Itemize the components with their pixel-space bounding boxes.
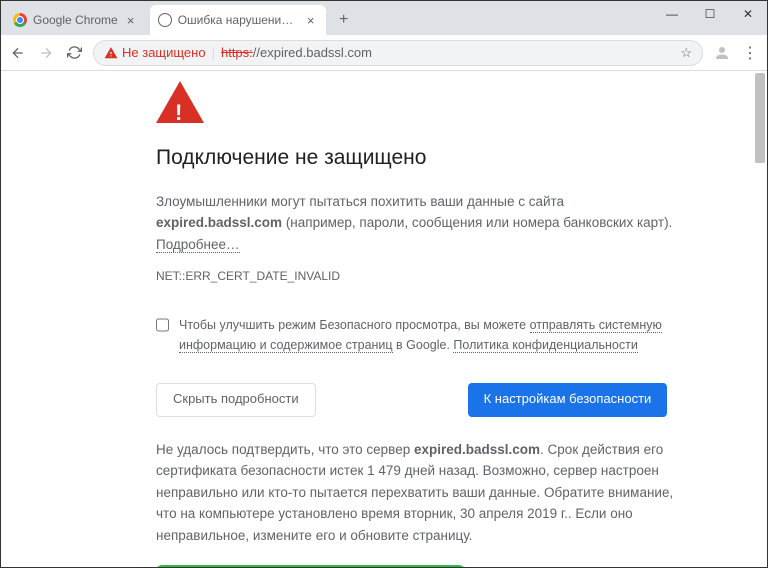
error-code: NET::ERR_CERT_DATE_INVALID	[156, 267, 741, 286]
details-paragraph: Не удалось подтвердить, что это сервер e…	[156, 439, 676, 547]
title-bar: Google Chrome × Ошибка нарушения конфиде…	[1, 1, 767, 35]
close-window-button[interactable]: ✕	[729, 1, 767, 27]
page-content: ! Подключение не защищено Злоумышленники…	[1, 71, 767, 567]
menu-icon[interactable]: ⋮	[741, 44, 759, 62]
page-title: Подключение не защищено	[156, 141, 741, 175]
warning-triangle-icon: !	[156, 81, 204, 123]
tab-chrome[interactable]: Google Chrome ×	[5, 5, 146, 35]
chrome-icon	[13, 13, 27, 27]
forward-button[interactable]	[37, 44, 55, 62]
warning-paragraph: Злоумышленники могут пытаться похитить в…	[156, 191, 676, 256]
star-icon[interactable]: ☆	[680, 45, 692, 61]
address-bar: Не защищено | https://expired.badssl.com…	[1, 35, 767, 71]
tab-label: Google Chrome	[33, 13, 118, 27]
close-icon[interactable]: ×	[304, 13, 318, 27]
not-secure-label: Не защищено	[122, 45, 206, 60]
button-row: Скрыть подробности К настройкам безопасн…	[156, 383, 741, 417]
tab-label: Ошибка нарушения конфиденц	[178, 13, 298, 27]
back-to-safety-button[interactable]: К настройкам безопасности	[468, 383, 668, 417]
tab-active[interactable]: Ошибка нарушения конфиденц ×	[150, 5, 326, 35]
scrollbar-thumb[interactable]	[755, 73, 765, 163]
minimize-button[interactable]: —	[653, 1, 691, 27]
optin-row: Чтобы улучшить режим Безопасного просмот…	[156, 315, 676, 355]
window-controls: — ☐ ✕	[653, 1, 767, 27]
close-icon[interactable]: ×	[124, 13, 138, 27]
privacy-policy-link[interactable]: Политика конфиденциальности	[453, 338, 637, 353]
profile-icon[interactable]	[713, 44, 731, 62]
url-text: https://expired.badssl.com	[221, 45, 372, 60]
proceed-highlight: Перейти на сайт expired.badssl.com (небе…	[156, 565, 465, 567]
learn-more-link[interactable]: Подробнее…	[156, 237, 240, 253]
new-tab-button[interactable]: +	[332, 8, 356, 32]
reload-button[interactable]	[65, 44, 83, 62]
hide-details-button[interactable]: Скрыть подробности	[156, 383, 316, 417]
back-button[interactable]	[9, 44, 27, 62]
globe-icon	[158, 13, 172, 27]
not-secure-chip[interactable]: Не защищено	[104, 45, 206, 60]
warning-icon	[104, 46, 118, 60]
optin-checkbox[interactable]	[156, 318, 169, 332]
maximize-button[interactable]: ☐	[691, 1, 729, 27]
omnibox[interactable]: Не защищено | https://expired.badssl.com…	[93, 40, 703, 66]
